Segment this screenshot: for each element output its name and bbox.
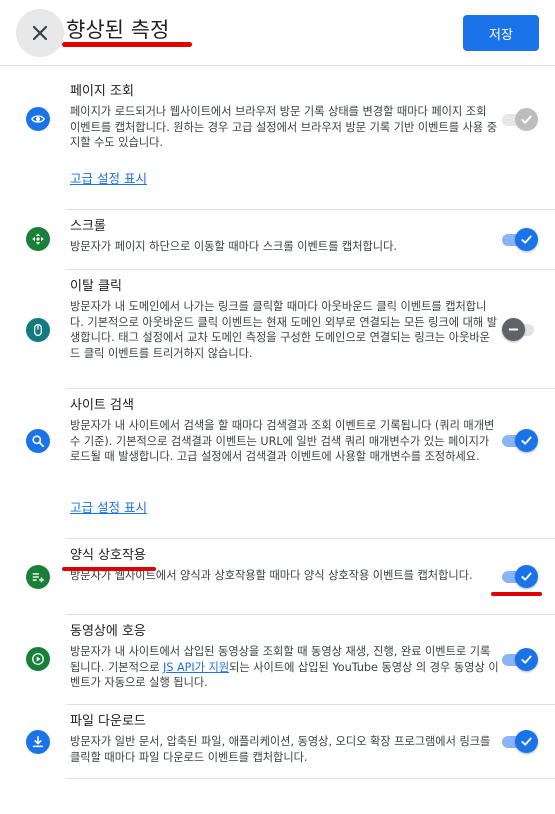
form-interaction-toggle[interactable]	[502, 564, 538, 588]
toggle-knob	[515, 429, 538, 452]
check-icon	[521, 737, 532, 746]
section-page-view: 페이지 조회 페이지가 로드되거나 웹사이트에서 브라우저 방문 기록 상태를 …	[0, 66, 555, 209]
file-download-toggle[interactable]	[502, 729, 538, 753]
show-advanced-settings-link[interactable]: 고급 설정 표시	[70, 499, 147, 517]
toggle-knob	[515, 108, 538, 131]
section-title: 사이트 검색	[70, 398, 134, 413]
check-icon	[521, 436, 532, 445]
scroll-icon	[26, 227, 50, 251]
check-icon	[521, 235, 532, 244]
scroll-toggle[interactable]	[502, 227, 538, 251]
page-view-toggle[interactable]	[502, 107, 538, 131]
site-search-toggle[interactable]	[502, 428, 538, 452]
section-title: 이탈 클릭	[70, 279, 122, 294]
js-api-link[interactable]: JS API가 지원	[163, 661, 229, 674]
save-button[interactable]: 저장	[463, 15, 539, 51]
toggle-knob	[515, 565, 538, 588]
section-description: 방문자가 일반 문서, 압축된 파일, 애플리케이션, 동영상, 오디오 확장 …	[70, 735, 491, 764]
search-icon	[26, 429, 50, 453]
eye-icon	[26, 107, 50, 131]
section-description: 방문자가 내 사이트에서 삽입된 동영상을 조회할 때 동영상 재생, 진행, …	[70, 644, 500, 691]
video-engagement-toggle[interactable]	[502, 647, 538, 671]
annotation-underline-form-title	[62, 567, 156, 571]
check-icon	[521, 655, 532, 664]
section-title: 스크롤	[70, 219, 106, 234]
toggle-knob	[515, 648, 538, 671]
section-description: 페이지가 로드되거나 웹사이트에서 브라우저 방문 기록 상태를 변경할 때마다…	[70, 105, 498, 149]
section-title: 양식 상호작용	[70, 548, 146, 563]
dialog-header: 향상된 측정 저장	[0, 0, 555, 66]
section-description: 방문자가 내 사이트에서 검색을 할 때마다 검색결과 조회 이벤트로 기록됩니…	[70, 419, 495, 463]
annotation-underline-title	[62, 42, 192, 47]
section-file-download: 파일 다운로드 방문자가 일반 문서, 압축된 파일, 애플리케이션, 동영상,…	[0, 705, 555, 778]
close-icon	[32, 25, 48, 41]
section-site-search: 사이트 검색 방문자가 내 사이트에서 검색을 할 때마다 검색결과 조회 이벤…	[0, 389, 555, 538]
toggle-knob	[502, 318, 525, 341]
section-description: 방문자가 내 도메인에서 나가는 링크를 클릭할 때마다 아웃바운드 클릭 이벤…	[70, 300, 498, 360]
check-icon	[521, 572, 532, 581]
section-title: 페이지 조회	[70, 84, 134, 99]
play-icon	[26, 647, 50, 671]
outbound-click-toggle[interactable]	[502, 317, 538, 341]
toggle-knob	[515, 730, 538, 753]
section-title: 파일 다운로드	[70, 714, 146, 729]
section-description: 방문자가 페이지 하단으로 이동할 때마다 스크롤 이벤트를 캡처합니다.	[70, 240, 397, 253]
page-title: 향상된 측정	[66, 18, 170, 42]
form-icon	[26, 565, 50, 589]
show-advanced-settings-link[interactable]: 고급 설정 표시	[70, 170, 147, 188]
section-video-engagement: 동영상에 호응 방문자가 내 사이트에서 삽입된 동영상을 조회할 때 동영상 …	[0, 615, 555, 704]
close-button[interactable]	[16, 9, 64, 57]
section-title: 동영상에 호응	[70, 624, 146, 639]
check-icon	[521, 115, 532, 124]
section-outbound-click: 이탈 클릭 방문자가 내 도메인에서 나가는 링크를 클릭할 때마다 아웃바운드…	[0, 270, 555, 388]
minus-icon	[508, 328, 519, 331]
divider	[66, 778, 555, 779]
annotation-underline-form-toggle	[491, 592, 542, 596]
section-scroll: 스크롤 방문자가 페이지 하단으로 이동할 때마다 스크롤 이벤트를 캡처합니다…	[0, 210, 555, 269]
section-form-interaction: 양식 상호작용 방문자가 웹사이트에서 양식과 상호작용할 때마다 양식 상호작…	[0, 539, 555, 614]
download-icon	[26, 730, 50, 754]
mouse-icon	[26, 318, 50, 342]
toggle-knob	[515, 228, 538, 251]
